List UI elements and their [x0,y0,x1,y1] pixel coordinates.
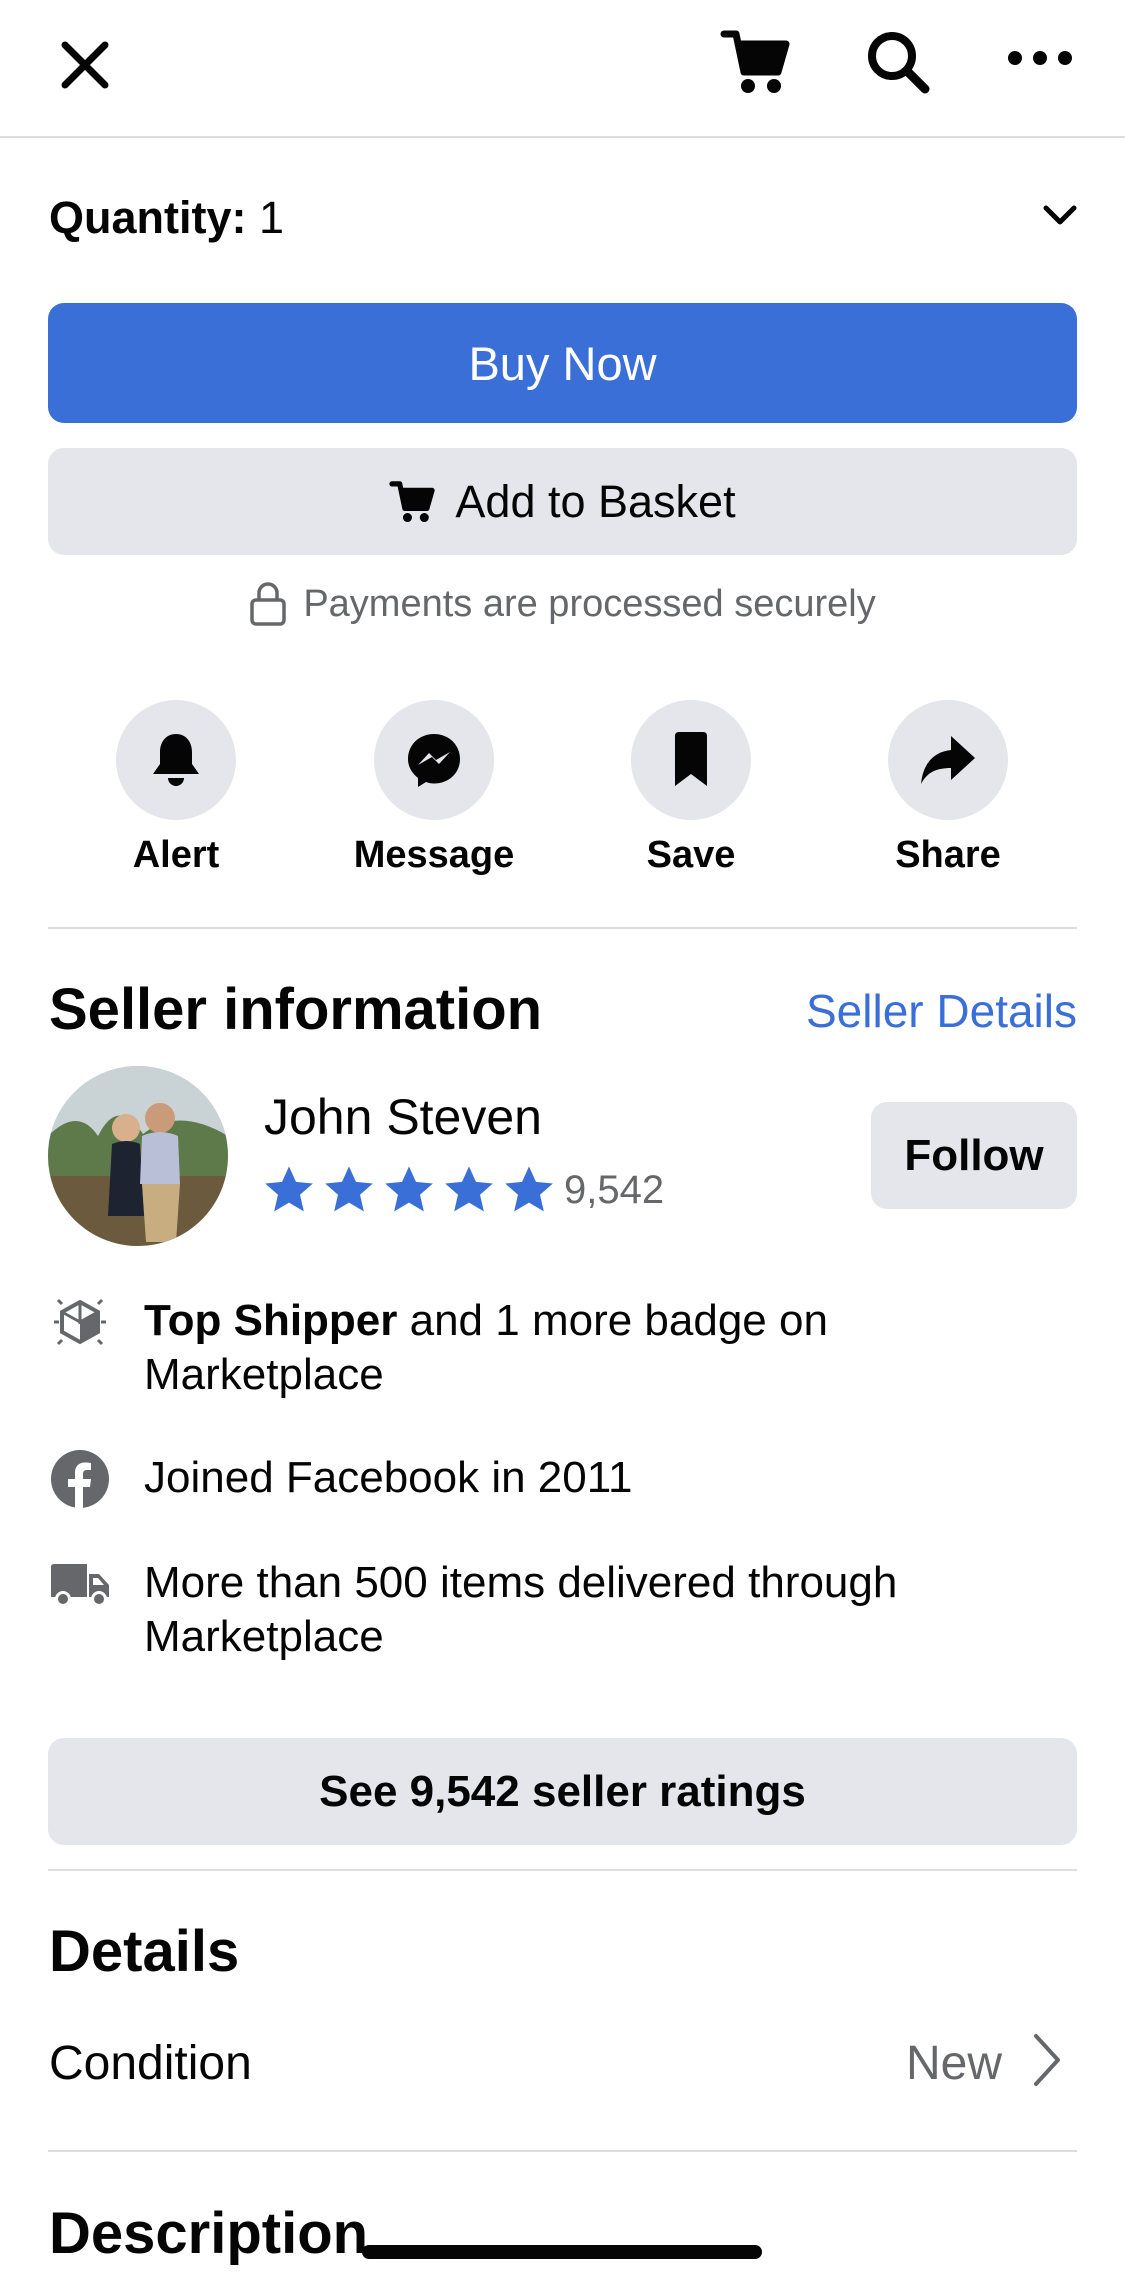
quantity-selector[interactable]: Quantity: 1 [49,192,284,244]
star-icon [325,1166,373,1212]
description-heading: Description [49,2201,369,2266]
badge-icon [48,1290,112,1354]
star-icon [265,1166,313,1212]
share-action[interactable]: Share [848,700,1048,877]
more-icon[interactable] [1000,40,1080,76]
badge-bold: Top Shipper [144,1296,398,1345]
chevron-down-icon[interactable] [1040,200,1090,240]
share-icon [888,700,1008,820]
share-label: Share [895,834,1001,876]
cart-icon[interactable] [714,22,796,102]
message-label: Message [353,834,515,876]
star-icon [445,1166,493,1212]
follow-label: Follow [904,1130,1044,1180]
message-action[interactable]: Message [334,700,534,877]
alert-action[interactable]: Alert [76,700,276,877]
rating-count: 9,542 [564,1167,665,1212]
chevron-right-icon [1030,2032,1070,2092]
divider [48,927,1077,929]
buy-now-button[interactable]: Buy Now [48,303,1077,423]
save-action[interactable]: Save [591,700,791,877]
alert-label: Alert [132,834,220,876]
badge-row: Top Shipper and 1 more badge on Marketpl… [48,1294,1077,1402]
secure-text: Payments are processed securely [303,582,876,625]
messenger-icon [374,700,494,820]
joined-row: Joined Facebook in 2011 [48,1450,1077,1511]
save-label: Save [646,834,736,876]
bookmark-icon [631,700,751,820]
seller-details-link[interactable]: Seller Details [806,984,1077,1038]
badge-text: Top Shipper and 1 more badge on Marketpl… [144,1294,1077,1402]
delivered-text: More than 500 items delivered through Ma… [144,1558,898,1661]
divider [48,1869,1077,1871]
seller-info-heading: Seller information [49,977,543,1042]
close-icon[interactable] [50,30,120,100]
top-bar [0,0,1125,138]
star-rating [262,1164,556,1216]
buy-now-label: Buy Now [468,336,657,390]
home-indicator[interactable] [362,2245,762,2259]
condition-label: Condition [49,2037,252,2090]
joined-text: Joined Facebook in 2011 [144,1453,633,1502]
see-ratings-label: See 9,542 seller ratings [319,1766,806,1816]
star-icon [505,1166,553,1212]
quantity-label: Quantity: [49,192,247,243]
truck-icon [48,1552,112,1616]
search-icon[interactable] [860,24,936,100]
cart-icon [389,480,436,524]
details-heading: Details [49,1919,240,1984]
add-to-basket-button[interactable]: Add to Basket [48,448,1077,555]
condition-value: New [906,2037,1003,2090]
star-icon [385,1166,433,1212]
bell-icon [116,700,236,820]
seller-name[interactable]: John Steven [264,1088,542,1146]
facebook-icon [48,1447,112,1511]
see-ratings-button[interactable]: See 9,542 seller ratings [48,1738,1077,1845]
quantity-value: 1 [259,192,285,243]
avatar[interactable] [48,1066,228,1246]
follow-button[interactable]: Follow [871,1102,1077,1209]
lock-icon [249,581,287,627]
secure-payment-note: Payments are processed securely [0,578,1125,630]
divider [48,2150,1077,2152]
seller-rating: 9,542 [262,1164,664,1216]
add-to-basket-label: Add to Basket [455,475,736,527]
delivered-row: More than 500 items delivered through Ma… [48,1556,1077,1664]
